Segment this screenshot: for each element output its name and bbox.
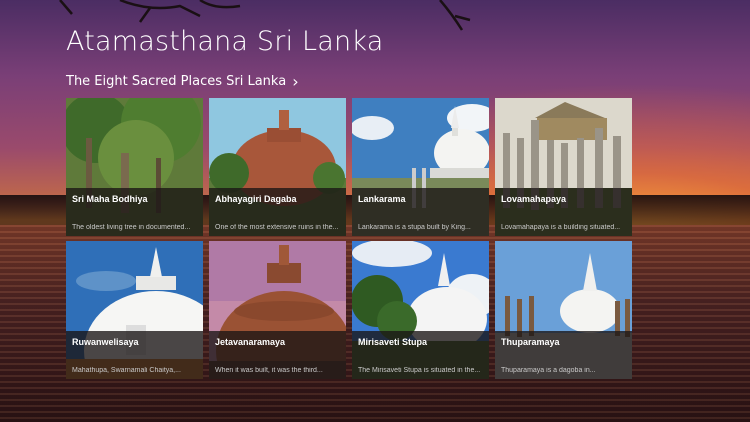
tile-subtitle: One of the most extensive ruins in the..…	[215, 224, 339, 231]
tile-subtitle: When it was built, it was the third...	[215, 367, 323, 374]
place-tile[interactable]: Jetavanaramaya When it was built, it was…	[209, 241, 346, 379]
tile-subtitle: The Mirisaveti Stupa is situated in the.…	[358, 367, 481, 374]
place-tile[interactable]: Ruwanwelisaya Mahathupa, Swarnamali Chai…	[66, 241, 203, 379]
tile-subtitle: Lovamahapaya is a building situated...	[501, 224, 621, 231]
tile-subtitle: The oldest living tree in documented...	[72, 224, 191, 231]
place-tile[interactable]: Lovamahapaya Lovamahapaya is a building …	[495, 98, 632, 236]
chevron-right-icon: ›	[292, 71, 299, 91]
tile-caption: Abhayagiri Dagaba One of the most extens…	[209, 188, 346, 236]
tile-title: Jetavanaramaya	[215, 337, 286, 347]
tile-caption: Lovamahapaya Lovamahapaya is a building …	[495, 188, 632, 236]
tile-caption: Mirisaveti Stupa The Mirisaveti Stupa is…	[352, 331, 489, 379]
tile-caption: Ruwanwelisaya Mahathupa, Swarnamali Chai…	[66, 331, 203, 379]
section-header-link[interactable]: The Eight Sacred Places Sri Lanka ›	[66, 71, 299, 91]
place-tile[interactable]: Sri Maha Bodhiya The oldest living tree …	[66, 98, 203, 236]
place-tile[interactable]: Lankarama Lankarama is a stupa built by …	[352, 98, 489, 236]
tile-title: Lovamahapaya	[501, 194, 567, 204]
tile-title: Mirisaveti Stupa	[358, 337, 428, 347]
tile-title: Abhayagiri Dagaba	[215, 194, 297, 204]
tile-subtitle: Mahathupa, Swarnamali Chaitya,...	[72, 367, 181, 374]
tile-caption: Thuparamaya Thuparamaya is a dagoba in..…	[495, 331, 632, 379]
tile-caption: Jetavanaramaya When it was built, it was…	[209, 331, 346, 379]
places-grid: Sri Maha Bodhiya The oldest living tree …	[66, 98, 632, 379]
place-tile[interactable]: Thuparamaya Thuparamaya is a dagoba in..…	[495, 241, 632, 379]
tile-subtitle: Thuparamaya is a dagoba in...	[501, 367, 596, 374]
place-tile[interactable]: Abhayagiri Dagaba One of the most extens…	[209, 98, 346, 236]
tile-title: Sri Maha Bodhiya	[72, 194, 148, 204]
tile-title: Thuparamaya	[501, 337, 560, 347]
section-header-label: The Eight Sacred Places Sri Lanka	[66, 74, 287, 89]
tile-caption: Sri Maha Bodhiya The oldest living tree …	[66, 188, 203, 236]
app-title: Atamasthana Sri Lanka	[66, 26, 384, 57]
place-tile[interactable]: Mirisaveti Stupa The Mirisaveti Stupa is…	[352, 241, 489, 379]
tile-title: Ruwanwelisaya	[72, 337, 139, 347]
tile-subtitle: Lankarama is a stupa built by King...	[358, 224, 471, 231]
tile-title: Lankarama	[358, 194, 406, 204]
tile-caption: Lankarama Lankarama is a stupa built by …	[352, 188, 489, 236]
